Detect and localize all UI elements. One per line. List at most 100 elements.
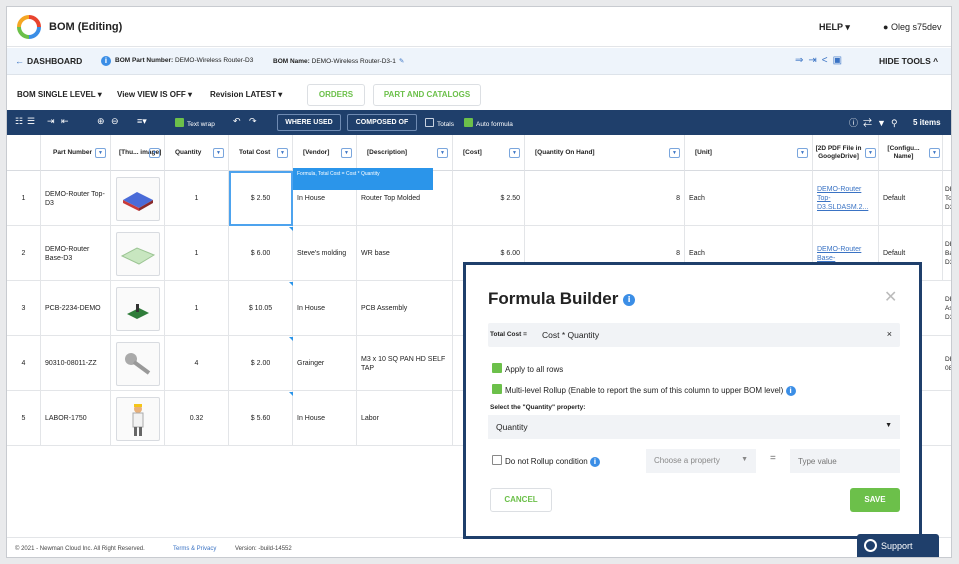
part-thumbnail[interactable]	[115, 396, 160, 441]
filter-button-icon[interactable]: ▼	[509, 148, 520, 158]
header-description[interactable]: [Description] ▼	[357, 135, 453, 171]
total-cost-cell[interactable]: $ 2.00	[229, 336, 293, 391]
description-cell[interactable]: Labor	[357, 391, 453, 446]
info-circle-icon[interactable]: ⓘ	[849, 118, 863, 128]
extra-cell[interactable]: DE 08	[943, 336, 951, 391]
extra-cell[interactable]: DE To D3	[943, 171, 951, 226]
orders-button[interactable]: ORDERS	[307, 84, 365, 106]
description-cell[interactable]: PCB Assembly	[357, 281, 453, 336]
part-thumbnail[interactable]	[115, 341, 160, 386]
terms-link[interactable]: Terms & Privacy	[173, 546, 216, 552]
quantity-cell[interactable]: 4	[165, 336, 229, 391]
totals-toggle[interactable]: Totals	[425, 118, 454, 128]
part-number-cell[interactable]: PCB-2234-DEMO	[41, 281, 111, 336]
quantity-cell[interactable]: 1	[165, 226, 229, 281]
collapse-icon[interactable]: ⊖	[111, 116, 119, 127]
undo-icon[interactable]: ↶	[233, 116, 241, 127]
bom-level-select[interactable]: BOM SINGLE LEVEL ▾	[17, 90, 102, 99]
filter-button-icon[interactable]: ▼	[437, 148, 448, 158]
apply-all-rows-option[interactable]: Apply to all rows	[492, 363, 563, 374]
support-button[interactable]: Support	[857, 534, 939, 557]
part-number-cell[interactable]: LABOR-1750	[41, 391, 111, 446]
user-menu[interactable]: ● Oleg s75dev	[883, 22, 942, 32]
apply-all-checkbox[interactable]	[492, 363, 502, 373]
part-thumbnail[interactable]	[115, 286, 160, 331]
share-icon[interactable]: <	[822, 55, 833, 66]
export-icon[interactable]: ⇥	[808, 55, 821, 66]
back-arrow-icon[interactable]: ←	[15, 56, 24, 66]
indent-icon[interactable]: ⇥	[47, 116, 55, 127]
auto-formula-checkbox[interactable]	[464, 118, 473, 127]
filter-button-icon[interactable]: ▼	[277, 148, 288, 158]
rollup-checkbox[interactable]	[492, 384, 502, 394]
filter-button-icon[interactable]: ▼	[797, 148, 808, 158]
filter-button-icon[interactable]: ▼	[213, 148, 224, 158]
config-cell[interactable]: Default	[879, 171, 943, 226]
align-menu-icon[interactable]: ≡▾	[137, 116, 147, 127]
edit-pencil-icon[interactable]: ✎	[399, 58, 404, 65]
save-button[interactable]: SAVE	[850, 488, 900, 512]
description-cell[interactable]: WR base	[357, 226, 453, 281]
cost-cell[interactable]: $ 2.50	[453, 171, 525, 226]
no-rollup-option[interactable]: Do not Rollup condition i	[492, 455, 600, 467]
info-icon[interactable]: i	[623, 294, 636, 306]
header-unit[interactable]: [Unit] ▼	[685, 135, 813, 171]
parts-catalogs-button[interactable]: PART AND CATALOGS	[373, 84, 481, 106]
close-icon[interactable]: ✕	[884, 287, 897, 307]
header-quantity-on-hand[interactable]: [Quantity On Hand] ▼	[525, 135, 685, 171]
unit-cell[interactable]: Each	[685, 171, 813, 226]
info-icon[interactable]: i	[589, 457, 600, 467]
save-icon[interactable]: ▣	[833, 55, 847, 66]
vendor-cell[interactable]: Steve's molding	[293, 226, 357, 281]
redo-icon[interactable]: ↷	[249, 116, 257, 127]
text-wrap-checkbox[interactable]	[175, 118, 184, 127]
multi-level-rollup-option[interactable]: Multi-level Rollup (Enable to report the…	[492, 384, 796, 396]
hide-tools-button[interactable]: HIDE TOOLS ^	[879, 56, 938, 66]
auto-formula-toggle[interactable]: Auto formula	[464, 118, 513, 128]
thumbnail-cell[interactable]	[111, 391, 165, 446]
filter-button-icon[interactable]: ▼	[95, 148, 106, 158]
vendor-cell[interactable]: In House	[293, 391, 357, 446]
filter-button-icon[interactable]: ▼	[669, 148, 680, 158]
dashboard-link[interactable]: DASHBOARD	[27, 56, 82, 66]
view-select[interactable]: View VIEW IS OFF ▾	[117, 90, 192, 99]
revision-select[interactable]: Revision LATEST ▾	[210, 90, 282, 99]
totals-checkbox[interactable]	[425, 118, 434, 127]
formula-field[interactable]: Total Cost = Cost * Quantity ×	[488, 323, 900, 347]
part-number-cell[interactable]: 90310-08011-ZZ	[41, 336, 111, 391]
total-cost-cell[interactable]: $ 6.00	[229, 226, 293, 281]
part-number-cell[interactable]: DEMO-Router Top-D3	[41, 171, 111, 226]
extra-cell[interactable]: DE As D3	[943, 281, 951, 336]
composed-of-button[interactable]: COMPOSED OF	[347, 114, 417, 131]
formula-value[interactable]: Cost * Quantity	[542, 330, 599, 340]
total-cost-cell[interactable]: $ 10.05	[229, 281, 293, 336]
quantity-cell[interactable]: 0.32	[165, 391, 229, 446]
tree-icon[interactable]: ☷	[15, 116, 23, 127]
no-rollup-checkbox[interactable]	[492, 455, 502, 465]
vendor-cell[interactable]: Grainger	[293, 336, 357, 391]
extra-cell[interactable]: DE Ba D3	[943, 226, 951, 281]
info-icon[interactable]: i	[785, 386, 796, 396]
thumbnail-cell[interactable]	[111, 281, 165, 336]
cancel-button[interactable]: CANCEL	[490, 488, 552, 512]
thumbnail-cell[interactable]	[111, 336, 165, 391]
where-used-button[interactable]: WHERE USED	[277, 114, 341, 131]
filter-icon[interactable]: ▼	[877, 118, 891, 128]
header-thumbnail[interactable]: [Thu... image] ▼	[111, 135, 165, 171]
header-pdf[interactable]: [2D PDF File in GoogleDrive] ▼	[813, 135, 879, 171]
outdent-icon[interactable]: ⇤	[61, 116, 69, 127]
expand-icon[interactable]: ⊕	[97, 116, 105, 127]
quantity-cell[interactable]: 1	[165, 281, 229, 336]
header-cost[interactable]: [Cost] ▼	[453, 135, 525, 171]
vendor-cell[interactable]: In House	[293, 281, 357, 336]
condition-value-input[interactable]	[790, 449, 900, 473]
filter-rows-icon[interactable]: ☰	[27, 116, 35, 127]
search-icon[interactable]: ⚲	[891, 118, 903, 128]
part-thumbnail[interactable]	[115, 176, 160, 221]
header-part-number[interactable]: Part Number ▼	[41, 135, 111, 171]
import-icon[interactable]: ⇒	[795, 55, 808, 66]
on-hand-cell[interactable]: 8	[525, 171, 685, 226]
description-cell[interactable]: M3 x 10 SQ PAN HD SELF TAP	[357, 336, 453, 391]
part-thumbnail[interactable]	[115, 231, 160, 276]
part-number-cell[interactable]: DEMO-Router Base-D3	[41, 226, 111, 281]
